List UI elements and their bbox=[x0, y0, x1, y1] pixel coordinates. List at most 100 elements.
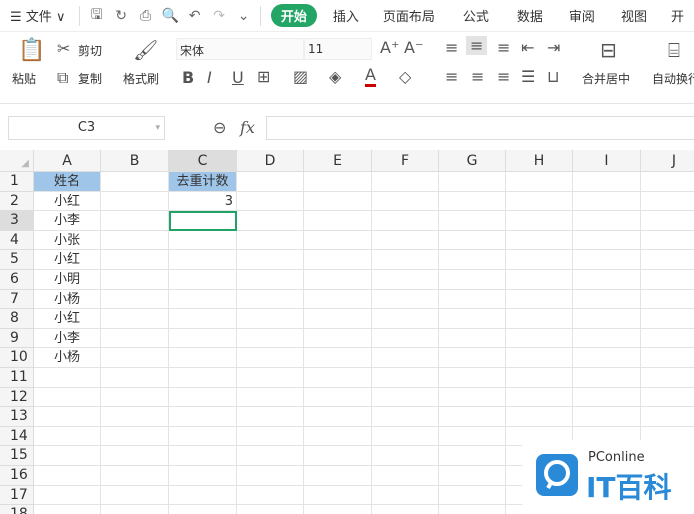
cell-C12[interactable] bbox=[169, 387, 237, 408]
cell-A9[interactable]: 小李 bbox=[34, 328, 101, 349]
bucket-icon[interactable]: ◈ bbox=[329, 67, 341, 86]
cell-F15[interactable] bbox=[372, 446, 439, 466]
cell-B5[interactable] bbox=[101, 250, 169, 270]
cell-G3[interactable] bbox=[439, 211, 506, 231]
cell-B14[interactable] bbox=[101, 426, 169, 447]
cell-B6[interactable] bbox=[101, 270, 169, 290]
paste-button[interactable]: 粘贴 bbox=[12, 70, 36, 87]
merge-center-button[interactable]: 合并居中 bbox=[582, 70, 630, 87]
cell-F11[interactable] bbox=[372, 368, 439, 388]
cell-A17[interactable] bbox=[34, 485, 101, 506]
row-header[interactable]: 14 bbox=[0, 426, 34, 447]
export-icon[interactable]: ↻ bbox=[109, 8, 134, 24]
column-header-J[interactable]: J bbox=[641, 150, 694, 172]
cell-D8[interactable] bbox=[237, 309, 304, 329]
more-icon[interactable]: ⌄ bbox=[231, 8, 256, 24]
cell-D3[interactable] bbox=[237, 211, 304, 231]
cell-J13[interactable] bbox=[641, 407, 694, 427]
cell-J5[interactable] bbox=[641, 250, 694, 270]
cell-F12[interactable] bbox=[372, 387, 439, 408]
cell-B10[interactable] bbox=[101, 348, 169, 368]
cell-A10[interactable]: 小杨 bbox=[34, 348, 101, 368]
cell-J4[interactable] bbox=[641, 231, 694, 251]
cell-J2[interactable] bbox=[641, 192, 694, 212]
cell-C13[interactable] bbox=[169, 407, 237, 427]
cell-J10[interactable] bbox=[641, 348, 694, 368]
cell-I11[interactable] bbox=[573, 368, 641, 388]
tab-data[interactable]: 数据 bbox=[503, 6, 557, 25]
cell-G9[interactable] bbox=[439, 328, 506, 349]
cell-C4[interactable] bbox=[169, 230, 237, 251]
cell-B7[interactable] bbox=[101, 289, 169, 310]
column-header-E[interactable]: E bbox=[304, 150, 372, 172]
font-size-select[interactable]: 11 bbox=[304, 38, 372, 60]
row-header[interactable]: 10 bbox=[0, 348, 34, 368]
cell-G10[interactable] bbox=[439, 348, 506, 368]
zoom-icon[interactable]: ⊖ bbox=[213, 118, 226, 137]
cell-A4[interactable]: 小张 bbox=[34, 230, 101, 251]
cell-D7[interactable] bbox=[237, 289, 304, 310]
column-header-D[interactable]: D bbox=[237, 150, 304, 172]
cell-G2[interactable] bbox=[439, 191, 506, 212]
cell-F6[interactable] bbox=[372, 270, 439, 290]
column-header-G[interactable]: G bbox=[439, 150, 506, 172]
undo-icon[interactable]: ↶ bbox=[182, 8, 207, 24]
cell-A1[interactable]: 姓名 bbox=[34, 172, 101, 192]
cell-H7[interactable] bbox=[506, 289, 573, 310]
cell-E17[interactable] bbox=[304, 485, 372, 506]
cell-G6[interactable] bbox=[439, 270, 506, 290]
cell-E7[interactable] bbox=[304, 289, 372, 310]
row-header[interactable]: 15 bbox=[0, 446, 34, 466]
redo-icon[interactable]: ↷ bbox=[207, 8, 232, 24]
cell-G18[interactable] bbox=[439, 505, 506, 514]
cell-D6[interactable] bbox=[237, 270, 304, 290]
cell-J1[interactable] bbox=[641, 172, 694, 192]
cell-B3[interactable] bbox=[101, 211, 169, 231]
increase-font-icon[interactable]: A⁺ bbox=[380, 38, 399, 57]
cell-B18[interactable] bbox=[101, 505, 169, 514]
cell-C11[interactable] bbox=[169, 368, 237, 388]
cell-F8[interactable] bbox=[372, 309, 439, 329]
cell-C15[interactable] bbox=[169, 446, 237, 466]
cell-I6[interactable] bbox=[573, 270, 641, 290]
cell-G1[interactable] bbox=[439, 172, 506, 192]
tab-page-layout[interactable]: 页面布局 bbox=[369, 6, 449, 25]
cell-F5[interactable] bbox=[372, 250, 439, 270]
cell-E13[interactable] bbox=[304, 407, 372, 427]
row-header[interactable]: 16 bbox=[0, 466, 34, 486]
wrap-text-button[interactable]: 自动换行 bbox=[652, 70, 694, 87]
cell-H5[interactable] bbox=[506, 250, 573, 270]
cell-E1[interactable] bbox=[304, 172, 372, 192]
eraser-icon[interactable]: ◇ bbox=[399, 67, 411, 86]
row-header[interactable]: 2 bbox=[0, 191, 34, 212]
cell-B1[interactable] bbox=[101, 172, 169, 192]
cell-H8[interactable] bbox=[506, 309, 573, 329]
cell-E6[interactable] bbox=[304, 270, 372, 290]
align-top-icon[interactable]: ≡ bbox=[445, 38, 458, 57]
cell-E10[interactable] bbox=[304, 348, 372, 368]
tab-review[interactable]: 审阅 bbox=[557, 6, 607, 25]
cell-A12[interactable] bbox=[34, 387, 101, 408]
tab-view[interactable]: 视图 bbox=[607, 6, 661, 25]
cell-A11[interactable] bbox=[34, 368, 101, 388]
cell-A16[interactable] bbox=[34, 466, 101, 486]
row-header[interactable]: 12 bbox=[0, 387, 34, 408]
cell-H2[interactable] bbox=[506, 191, 573, 212]
cell-B15[interactable] bbox=[101, 446, 169, 466]
row-header[interactable]: 5 bbox=[0, 250, 34, 270]
cell-G7[interactable] bbox=[439, 289, 506, 310]
row-header[interactable]: 4 bbox=[0, 230, 34, 251]
cell-C3[interactable] bbox=[169, 211, 237, 231]
cell-I10[interactable] bbox=[573, 348, 641, 368]
cell-G14[interactable] bbox=[439, 426, 506, 447]
cell-D10[interactable] bbox=[237, 348, 304, 368]
cell-C9[interactable] bbox=[169, 328, 237, 349]
column-header-C[interactable]: C bbox=[169, 150, 237, 172]
tab-formula[interactable]: 公式 bbox=[449, 6, 503, 25]
cell-B4[interactable] bbox=[101, 230, 169, 251]
cell-F2[interactable] bbox=[372, 191, 439, 212]
column-header-F[interactable]: F bbox=[372, 150, 439, 172]
cell-G12[interactable] bbox=[439, 387, 506, 408]
cell-C10[interactable] bbox=[169, 348, 237, 368]
cell-C18[interactable] bbox=[169, 505, 237, 514]
